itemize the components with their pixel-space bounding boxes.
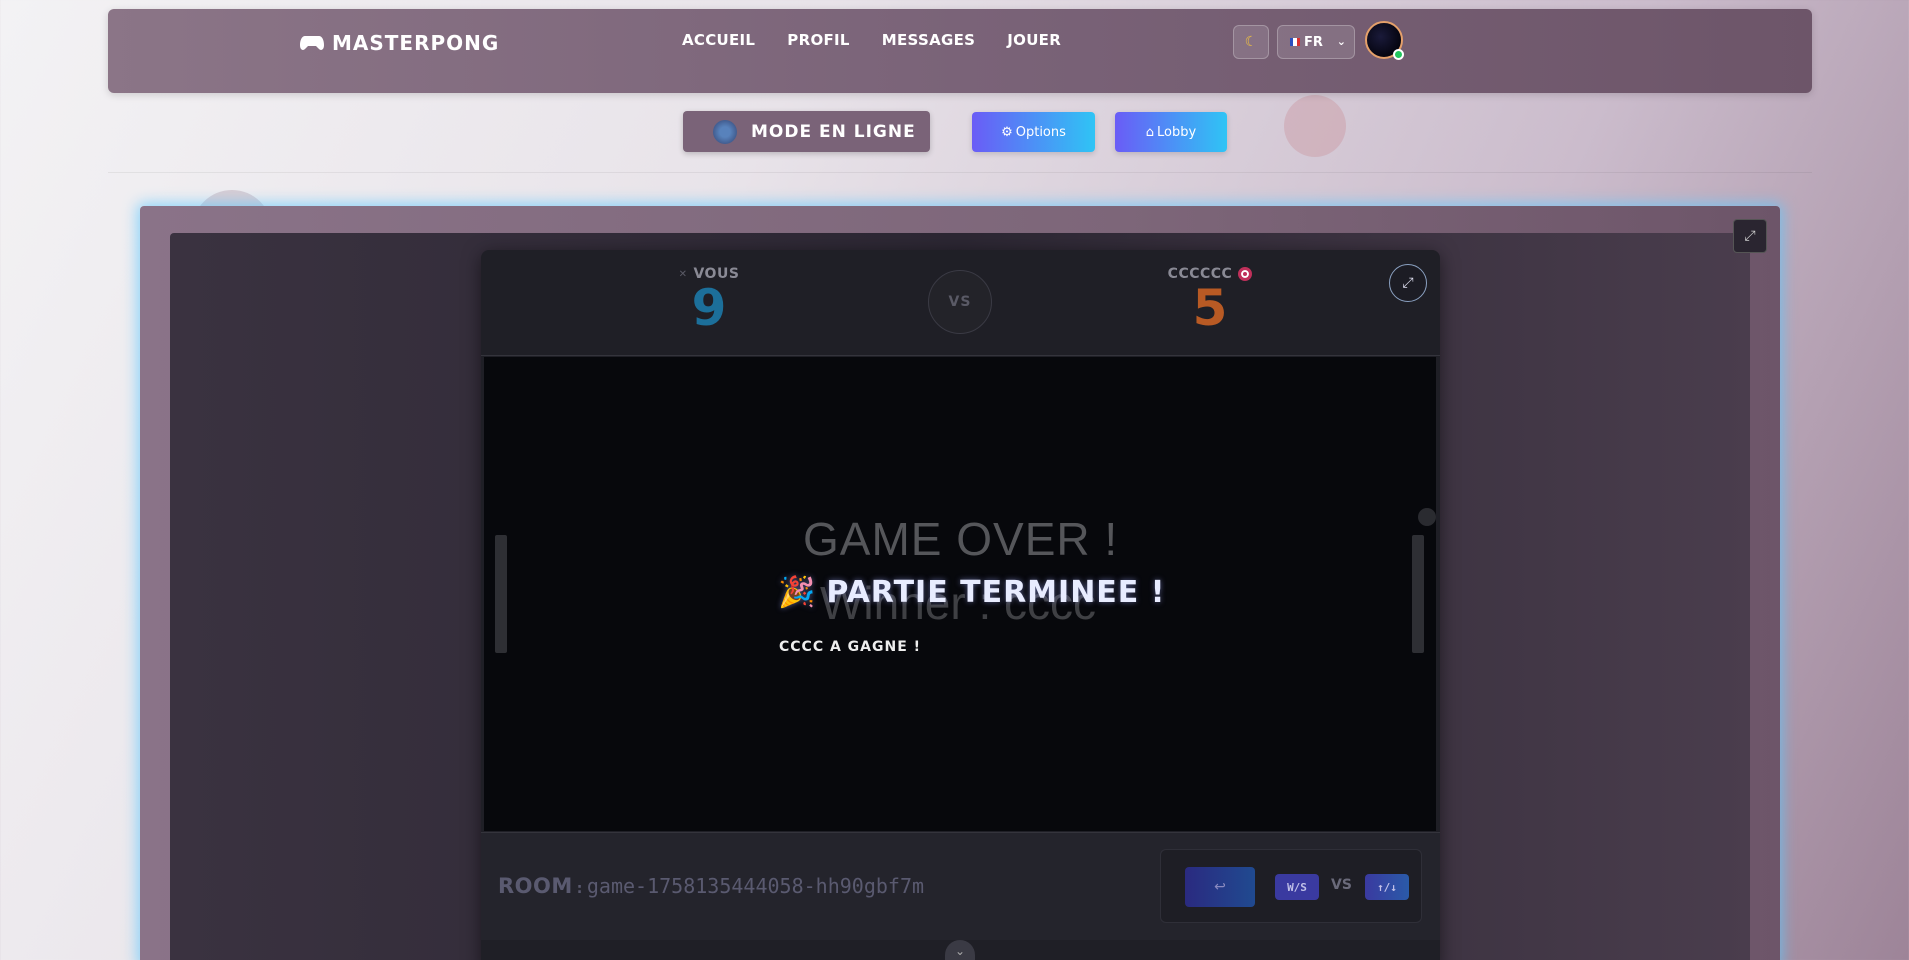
canvas-game-over-text: GAME OVER ! xyxy=(803,513,1119,565)
key-arrows-badge: ↑/↓ xyxy=(1365,874,1409,900)
player-left: ✕ VOUS 9 xyxy=(676,266,742,334)
divider xyxy=(108,172,1812,173)
chevron-down-icon: ⌄ xyxy=(1336,35,1346,48)
language-value: FR xyxy=(1304,34,1323,50)
nav-links: ACCUEIL PROFIL MESSAGES JOUER xyxy=(682,31,1061,49)
flag-icon xyxy=(1290,38,1300,46)
expand-icon: ⤢ xyxy=(1744,228,1756,244)
language-select[interactable]: FR ⌄ xyxy=(1277,25,1355,59)
room-label: ROOM xyxy=(498,874,573,898)
expand-icon: ⤢ xyxy=(1402,275,1414,291)
house-icon: ⌂ xyxy=(1145,124,1155,140)
target-icon xyxy=(1238,267,1253,281)
player-left-score: 9 xyxy=(691,279,727,337)
room-colon: : xyxy=(576,881,583,897)
controls-vs: VS xyxy=(1331,877,1352,893)
ball xyxy=(1418,508,1436,526)
gear-icon: ⚙ xyxy=(1001,124,1013,140)
lobby-button[interactable]: ⌂ Lobby xyxy=(1115,112,1227,152)
chevron-down-icon: ⌄ xyxy=(954,944,966,958)
player-right: CCCCCC 5 xyxy=(1160,266,1260,334)
moon-icon: ☾ xyxy=(1244,34,1258,50)
avatar[interactable] xyxy=(1365,21,1404,60)
key-ws-badge: W/S xyxy=(1275,874,1319,900)
player-right-score: 5 xyxy=(1192,279,1228,337)
options-button[interactable]: ⚙ Options xyxy=(972,112,1095,152)
online-status-dot xyxy=(1393,49,1404,60)
nav-link-jouer[interactable]: JOUER xyxy=(1007,31,1061,49)
return-icon: ↩ xyxy=(1214,879,1226,895)
gamepad-icon: ✕ xyxy=(678,268,688,280)
nav-link-profil[interactable]: PROFIL xyxy=(787,31,849,49)
room-info: ROOM: game-1758135444058-hh90gbf7m xyxy=(498,874,924,898)
game-end-title: 🎉 PARTIE TERMINEE ! xyxy=(778,575,1165,610)
decor-bubble xyxy=(1284,95,1346,157)
mode-online-button[interactable]: MODE EN LIGNE xyxy=(683,111,930,152)
nav-link-accueil[interactable]: ACCUEIL xyxy=(682,31,755,49)
game-fullscreen-button[interactable]: ⤢ xyxy=(1389,264,1427,302)
vs-badge: VS xyxy=(928,270,992,334)
gamepad-icon xyxy=(300,36,324,50)
options-label: Options xyxy=(1015,124,1066,140)
paddle-right xyxy=(1412,535,1424,653)
nav-link-messages[interactable]: MESSAGES xyxy=(882,31,975,49)
back-button[interactable]: ↩ xyxy=(1185,867,1255,907)
brand-logo[interactable]: MASTERPONG xyxy=(300,31,499,55)
game-end-title-text: PARTIE TERMINEE ! xyxy=(826,575,1166,610)
fullscreen-toggle-button[interactable]: ⤢ xyxy=(1733,219,1767,253)
lobby-label: Lobby xyxy=(1157,124,1197,140)
theme-toggle-button[interactable]: ☾ xyxy=(1233,25,1269,59)
brand-name: MASTERPONG xyxy=(332,31,500,55)
globe-icon xyxy=(713,119,737,144)
room-id: game-1758135444058-hh90gbf7m xyxy=(586,874,925,898)
paddle-left xyxy=(495,535,507,653)
game-end-subtitle: CCCC A GAGNE ! xyxy=(779,639,922,655)
party-popper-icon: 🎉 xyxy=(778,575,817,610)
mode-label: MODE EN LIGNE xyxy=(751,121,916,142)
